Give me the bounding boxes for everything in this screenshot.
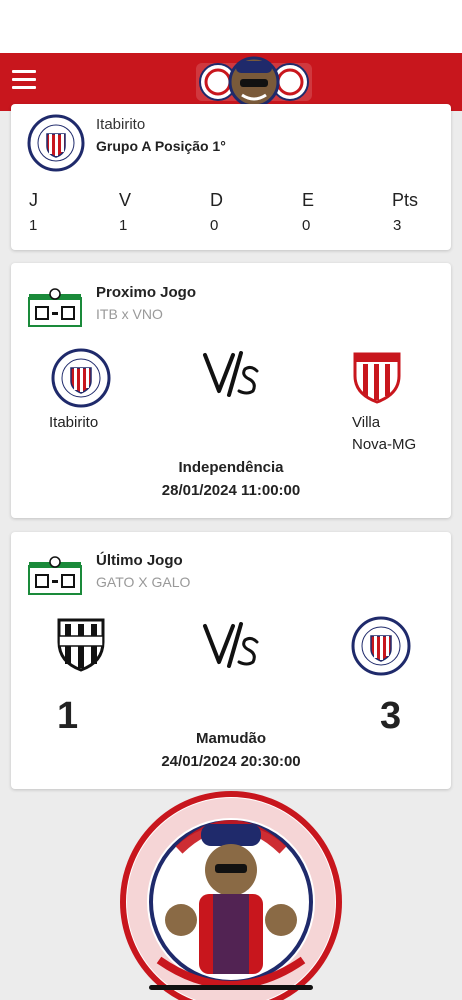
stat-label: D (210, 190, 223, 210)
next-match-code: ITB x VNO (96, 306, 163, 322)
villa-nova-badge-icon (353, 352, 401, 404)
next-match-datetime: 28/01/2024 11:00:00 (161, 482, 301, 499)
stat-wins: V 1 (119, 190, 159, 234)
itabirito-badge-icon (51, 348, 111, 408)
next-match-title: Proximo Jogo (96, 284, 197, 301)
stat-value: 3 (393, 217, 402, 234)
torcida-organizada-logo (120, 791, 342, 1000)
stat-label: E (302, 190, 315, 210)
home-indicator[interactable] (149, 985, 313, 990)
hamburger-icon[interactable] (12, 70, 36, 92)
last-match-venue: Mamudão (195, 730, 266, 747)
stat-played: J 1 (29, 190, 69, 234)
away-team-name-line1: Villa (352, 414, 381, 431)
itabirito-badge-icon (27, 114, 85, 172)
group-position: Grupo A Posição 1° (96, 138, 226, 154)
status-bar (0, 0, 462, 53)
torcida-header-logo (196, 56, 312, 108)
home-team-name: Itabirito (49, 414, 99, 431)
next-match-venue: Independência (178, 459, 284, 476)
stat-losses: D 0 (210, 190, 250, 234)
stat-value: 1 (29, 217, 38, 234)
stadium-icon (28, 556, 82, 595)
itabirito-badge-icon (351, 616, 411, 676)
stadium-icon (28, 288, 82, 327)
away-team-name: Villa Nova-MG (352, 412, 416, 456)
versus-icon (203, 622, 259, 668)
stat-label: Pts (392, 190, 419, 210)
stat-label: V (119, 190, 132, 210)
last-match-title: Último Jogo (96, 552, 183, 569)
versus-icon (203, 351, 259, 397)
last-match-code: GATO X GALO (96, 574, 191, 590)
last-match-datetime: 24/01/2024 20:30:00 (161, 753, 301, 770)
stat-value: 0 (210, 217, 219, 234)
standings-card: Itabirito Grupo A Posição 1° J 1 V 1 D 0… (11, 104, 451, 250)
away-team-name-line2: Nova-MG (352, 436, 417, 453)
next-match-card[interactable]: Proximo Jogo ITB x VNO Itabirito Villa N… (11, 263, 451, 518)
stat-value: 0 (302, 217, 311, 234)
stat-points: Pts 3 (392, 190, 432, 234)
last-match-card[interactable]: Último Jogo GATO X GALO 1 3 Mamudão 24/0… (11, 532, 451, 789)
stat-draws: E 0 (302, 190, 342, 234)
app-bar (0, 53, 462, 111)
stat-label: J (29, 190, 38, 210)
home-team-badge-icon (57, 618, 105, 672)
team-name: Itabirito (96, 116, 146, 133)
stat-value: 1 (119, 217, 128, 234)
